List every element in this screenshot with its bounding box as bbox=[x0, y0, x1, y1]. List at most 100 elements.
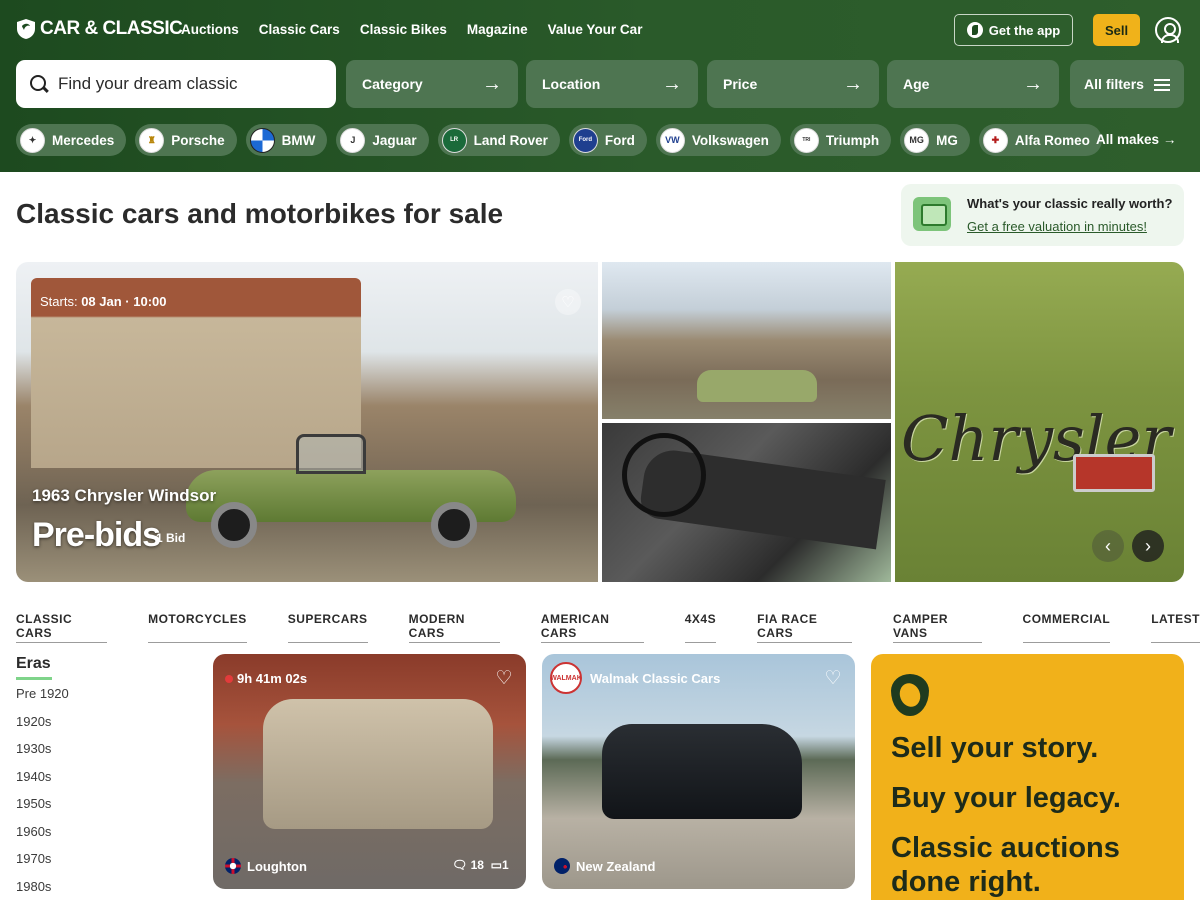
auction-start-time: Starts: 08 Jan · 10:00 bbox=[40, 294, 166, 309]
tab-modern-cars[interactable]: MODERN CARS bbox=[409, 612, 500, 643]
land-rover-logo-icon: LR bbox=[442, 128, 467, 153]
make-chip-land-rover[interactable]: LR Land Rover bbox=[438, 124, 560, 156]
era-item[interactable]: 1940s bbox=[16, 769, 69, 797]
arrow-right-icon: → bbox=[1163, 132, 1177, 147]
shield-logo-icon bbox=[16, 18, 36, 40]
valuation-banner[interactable]: What's your classic really worth? Get a … bbox=[901, 184, 1184, 246]
make-label: Alfa Romeo bbox=[1015, 133, 1090, 148]
era-item[interactable]: 1930s bbox=[16, 741, 69, 769]
live-dot-icon bbox=[225, 675, 233, 683]
site-header: CAR & CLASSIC Auctions Classic Cars Clas… bbox=[0, 0, 1200, 172]
nav-auctions[interactable]: Auctions bbox=[181, 22, 239, 37]
eras-title: Eras bbox=[16, 655, 69, 673]
tab-latest[interactable]: LATEST bbox=[1151, 612, 1200, 643]
category-tabs: CLASSIC CARS MOTORCYCLES SUPERCARS MODER… bbox=[16, 612, 1200, 643]
make-chip-volkswagen[interactable]: VWVolkswagen bbox=[656, 124, 781, 156]
uk-flag-icon bbox=[225, 858, 241, 874]
filter-category[interactable]: Category→ bbox=[346, 60, 518, 108]
main-nav: Auctions Classic Cars Classic Bikes Maga… bbox=[181, 22, 642, 37]
make-chip-mg[interactable]: MGMG bbox=[900, 124, 970, 156]
hero-gallery[interactable]: Starts: 08 Jan · 10:00 ♡ 1963 Chrysler W… bbox=[16, 262, 1184, 582]
bmw-logo-icon bbox=[250, 128, 275, 153]
car-image bbox=[602, 724, 802, 819]
make-chip-jaguar[interactable]: JJaguar bbox=[336, 124, 428, 156]
era-item[interactable]: 1970s bbox=[16, 851, 69, 879]
tab-commercial[interactable]: COMMERCIAL bbox=[1023, 612, 1111, 643]
make-label: Land Rover bbox=[474, 133, 548, 148]
valuation-link[interactable]: Get a free valuation in minutes! bbox=[967, 219, 1147, 234]
get-app-label: Get the app bbox=[989, 23, 1061, 38]
listing-card[interactable]: WALMAKWalmak Classic Cars ♡ New Zealand bbox=[542, 654, 855, 889]
nav-classic-cars[interactable]: Classic Cars bbox=[259, 22, 340, 37]
tab-fia-race-cars[interactable]: FIA RACE CARS bbox=[757, 612, 852, 643]
tab-camper-vans[interactable]: CAMPER VANS bbox=[893, 612, 982, 643]
promo-card[interactable]: Sell your story. Buy your legacy. Classi… bbox=[871, 654, 1184, 900]
car-image bbox=[697, 370, 817, 402]
jaguar-logo-icon: J bbox=[340, 128, 365, 153]
dealer-logo-icon: WALMAK bbox=[550, 662, 582, 694]
era-item[interactable]: Pre 1920 bbox=[16, 686, 69, 714]
eras-sidebar: Eras Pre 1920 1920s 1930s 1940s 1950s 19… bbox=[16, 655, 69, 906]
filter-location[interactable]: Location→ bbox=[526, 60, 698, 108]
comment-count: 18 bbox=[471, 858, 484, 872]
tab-4x4s[interactable]: 4X4S bbox=[685, 612, 716, 643]
make-chip-porsche[interactable]: ♜Porsche bbox=[135, 124, 236, 156]
era-item[interactable]: 1960s bbox=[16, 824, 69, 852]
era-item[interactable]: 1920s bbox=[16, 714, 69, 742]
make-chip-ford[interactable]: FordFord bbox=[569, 124, 647, 156]
nav-value-your-car[interactable]: Value Your Car bbox=[548, 22, 643, 37]
search-box[interactable]: Find your dream classic bbox=[16, 60, 336, 108]
tab-supercars[interactable]: SUPERCARS bbox=[288, 612, 368, 643]
make-chip-triumph[interactable]: TRITriumph bbox=[790, 124, 891, 156]
make-chip-bmw[interactable]: BMW bbox=[246, 124, 328, 156]
make-chip-mercedes[interactable]: ✦Mercedes bbox=[16, 124, 126, 156]
hero-thumb-exterior[interactable] bbox=[602, 262, 891, 419]
hero-listing-title[interactable]: 1963 Chrysler Windsor bbox=[32, 486, 216, 506]
make-label: Ford bbox=[605, 133, 635, 148]
make-label: Volkswagen bbox=[692, 133, 769, 148]
listing-card[interactable]: 9h 41m 02s ♡ Loughton 🗨 18 ▭1 bbox=[213, 654, 526, 889]
make-chip-alfa-romeo[interactable]: ✚Alfa Romeo bbox=[979, 124, 1102, 156]
dealer-badge[interactable]: WALMAKWalmak Classic Cars bbox=[550, 662, 720, 694]
filter-price-label: Price bbox=[723, 76, 757, 92]
arrow-right-icon: → bbox=[843, 73, 863, 96]
sell-button[interactable]: Sell bbox=[1093, 14, 1140, 46]
app-icon bbox=[967, 22, 983, 38]
hero-thumb-badge[interactable]: Chrysler ‹ › bbox=[895, 262, 1184, 582]
chevron-right-icon[interactable]: › bbox=[1132, 530, 1164, 562]
shield-logo-icon bbox=[891, 674, 929, 716]
hero-thumb-interior[interactable] bbox=[602, 423, 891, 582]
tab-american-cars[interactable]: AMERICAN CARS bbox=[541, 612, 644, 643]
heart-icon[interactable]: ♡ bbox=[491, 665, 517, 691]
account-icon[interactable] bbox=[1155, 17, 1181, 43]
makes-bar: ✦Mercedes ♜Porsche BMW JJaguar LR Land Ro… bbox=[16, 124, 1102, 156]
make-label: Triumph bbox=[826, 133, 879, 148]
search-input[interactable]: Find your dream classic bbox=[58, 74, 238, 94]
comment-icon: 🗨 bbox=[452, 858, 467, 872]
nav-magazine[interactable]: Magazine bbox=[467, 22, 528, 37]
hero-main-image[interactable]: Starts: 08 Jan · 10:00 ♡ 1963 Chrysler W… bbox=[16, 262, 598, 582]
tab-classic-cars[interactable]: CLASSIC CARS bbox=[16, 612, 107, 643]
heart-icon[interactable]: ♡ bbox=[820, 665, 846, 691]
get-app-button[interactable]: Get the app bbox=[954, 14, 1073, 46]
listing-location: New Zealand bbox=[554, 858, 655, 874]
listing-location: Loughton bbox=[225, 858, 307, 874]
hero-bid-count: 1 Bid bbox=[156, 531, 185, 545]
site-logo[interactable]: CAR & CLASSIC bbox=[16, 18, 182, 40]
filter-age[interactable]: Age→ bbox=[887, 60, 1059, 108]
all-filters-button[interactable]: All filters bbox=[1070, 60, 1184, 108]
era-item[interactable]: 1950s bbox=[16, 796, 69, 824]
listing-meta: 🗨 18 ▭1 bbox=[452, 858, 509, 872]
filter-price[interactable]: Price → bbox=[707, 60, 879, 108]
era-item[interactable]: 1980s bbox=[16, 879, 69, 906]
nav-classic-bikes[interactable]: Classic Bikes bbox=[360, 22, 447, 37]
all-makes-label: All makes bbox=[1096, 132, 1159, 147]
chevron-left-icon[interactable]: ‹ bbox=[1092, 530, 1124, 562]
car-image bbox=[263, 699, 493, 829]
money-chart-icon bbox=[913, 197, 951, 231]
heart-icon[interactable]: ♡ bbox=[555, 289, 581, 315]
search-icon bbox=[30, 75, 48, 93]
all-makes-link[interactable]: All makes → bbox=[1096, 132, 1176, 147]
tail-light-image bbox=[1073, 454, 1155, 492]
tab-motorcycles[interactable]: MOTORCYCLES bbox=[148, 612, 247, 643]
